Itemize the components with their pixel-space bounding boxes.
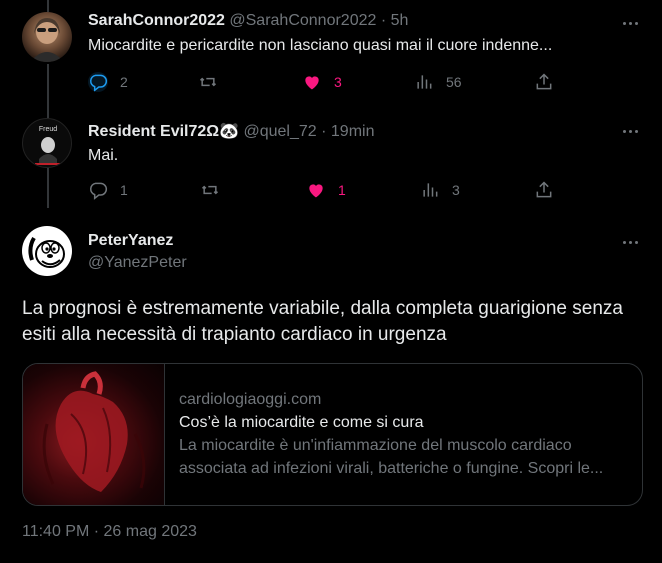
svg-text:Freud: Freud xyxy=(39,126,57,133)
views-count: 3 xyxy=(452,182,460,198)
reply-button[interactable]: 2 xyxy=(88,71,128,93)
user-handle[interactable]: @YanezPeter xyxy=(88,254,187,272)
like-button[interactable]: 1 xyxy=(306,179,346,201)
retweet-button[interactable] xyxy=(198,71,218,93)
heart-illustration xyxy=(42,371,146,492)
tweet-timestamp[interactable]: 11:40 PM · 26 mag 2023 xyxy=(22,523,197,541)
more-icon[interactable] xyxy=(620,232,640,252)
user-handle[interactable]: @SarahConnor2022 xyxy=(229,12,376,29)
reply-button[interactable]: 1 xyxy=(88,179,128,201)
share-icon xyxy=(536,73,552,90)
card-description-line-2: associata ad infezioni virali, batterich… xyxy=(179,460,604,477)
action-bar: 2 3 56 xyxy=(88,71,558,93)
avatar-image xyxy=(30,18,64,62)
share-button[interactable] xyxy=(534,179,554,201)
reply-icon xyxy=(88,72,108,92)
card-body: cardiologiaoggi.com Cos’è la miocardite … xyxy=(179,388,630,480)
tweet-text: Mai. xyxy=(88,147,119,164)
like-icon xyxy=(309,184,323,198)
retweet-button[interactable] xyxy=(200,179,220,201)
link-preview-card[interactable]: cardiologiaoggi.com Cos’è la miocardite … xyxy=(22,363,643,506)
like-count: 1 xyxy=(338,182,346,198)
action-bar: 1 1 3 xyxy=(88,179,558,201)
like-count: 3 xyxy=(334,74,342,90)
card-domain: cardiologiaoggi.com xyxy=(179,391,322,408)
display-name[interactable]: SarahConnor2022 xyxy=(88,12,225,29)
panda-emoji: 🐼 xyxy=(219,123,240,140)
views-button[interactable]: 56 xyxy=(414,71,462,93)
separator: · xyxy=(380,12,387,29)
like-icon xyxy=(305,76,319,90)
tweet-text-line-2: esiti alla necessità di trapianto cardia… xyxy=(22,324,447,345)
post-time[interactable]: 5h xyxy=(391,12,409,29)
card-description-line-1: La miocardite è un'infiammazione del mus… xyxy=(179,437,572,454)
post-time[interactable]: 19min xyxy=(331,123,375,140)
tweet-text: Miocardite e pericardite non lasciano qu… xyxy=(88,37,553,54)
share-icon xyxy=(536,181,552,198)
avatar[interactable] xyxy=(22,12,72,62)
avatar[interactable]: Freud xyxy=(22,118,72,168)
retweet-icon xyxy=(199,77,217,87)
reply-count: 1 xyxy=(120,182,128,198)
card-title: Cos’è la miocardite e come si cura xyxy=(179,414,424,431)
user-handle[interactable]: @quel_72 xyxy=(243,123,316,140)
like-button[interactable]: 3 xyxy=(302,71,342,93)
tweet-header: Resident Evil72Ω🐼 @quel_72 · 19min xyxy=(88,121,374,141)
tweet-reply-1[interactable]: SarahConnor2022 @SarahConnor2022 · 5h Mi… xyxy=(0,0,662,112)
tweet-reply-2[interactable]: Freud Resident Evil72Ω🐼 @quel_72 · 19min… xyxy=(0,112,662,218)
tweet-header: SarahConnor2022 @SarahConnor2022 · 5h xyxy=(88,12,408,30)
views-icon xyxy=(417,75,432,89)
display-name[interactable]: Resident Evil72Ω xyxy=(88,123,219,140)
avatar-image: Freud xyxy=(35,126,61,165)
reply-icon xyxy=(90,182,108,200)
card-thumbnail xyxy=(23,364,165,505)
avatar[interactable] xyxy=(22,226,72,276)
separator: · xyxy=(321,123,327,140)
more-icon[interactable] xyxy=(620,121,640,141)
display-name[interactable]: PeterYanez xyxy=(88,232,173,250)
avatar-image xyxy=(28,236,65,268)
retweet-icon xyxy=(201,185,219,195)
more-icon[interactable] xyxy=(620,13,640,33)
views-button[interactable]: 3 xyxy=(420,179,460,201)
share-button[interactable] xyxy=(534,71,554,93)
tweet-text-line-1: La prognosi è estremamente variabile, da… xyxy=(22,298,623,319)
reply-count: 2 xyxy=(120,74,128,90)
views-count: 56 xyxy=(446,74,462,90)
views-icon xyxy=(423,183,438,197)
